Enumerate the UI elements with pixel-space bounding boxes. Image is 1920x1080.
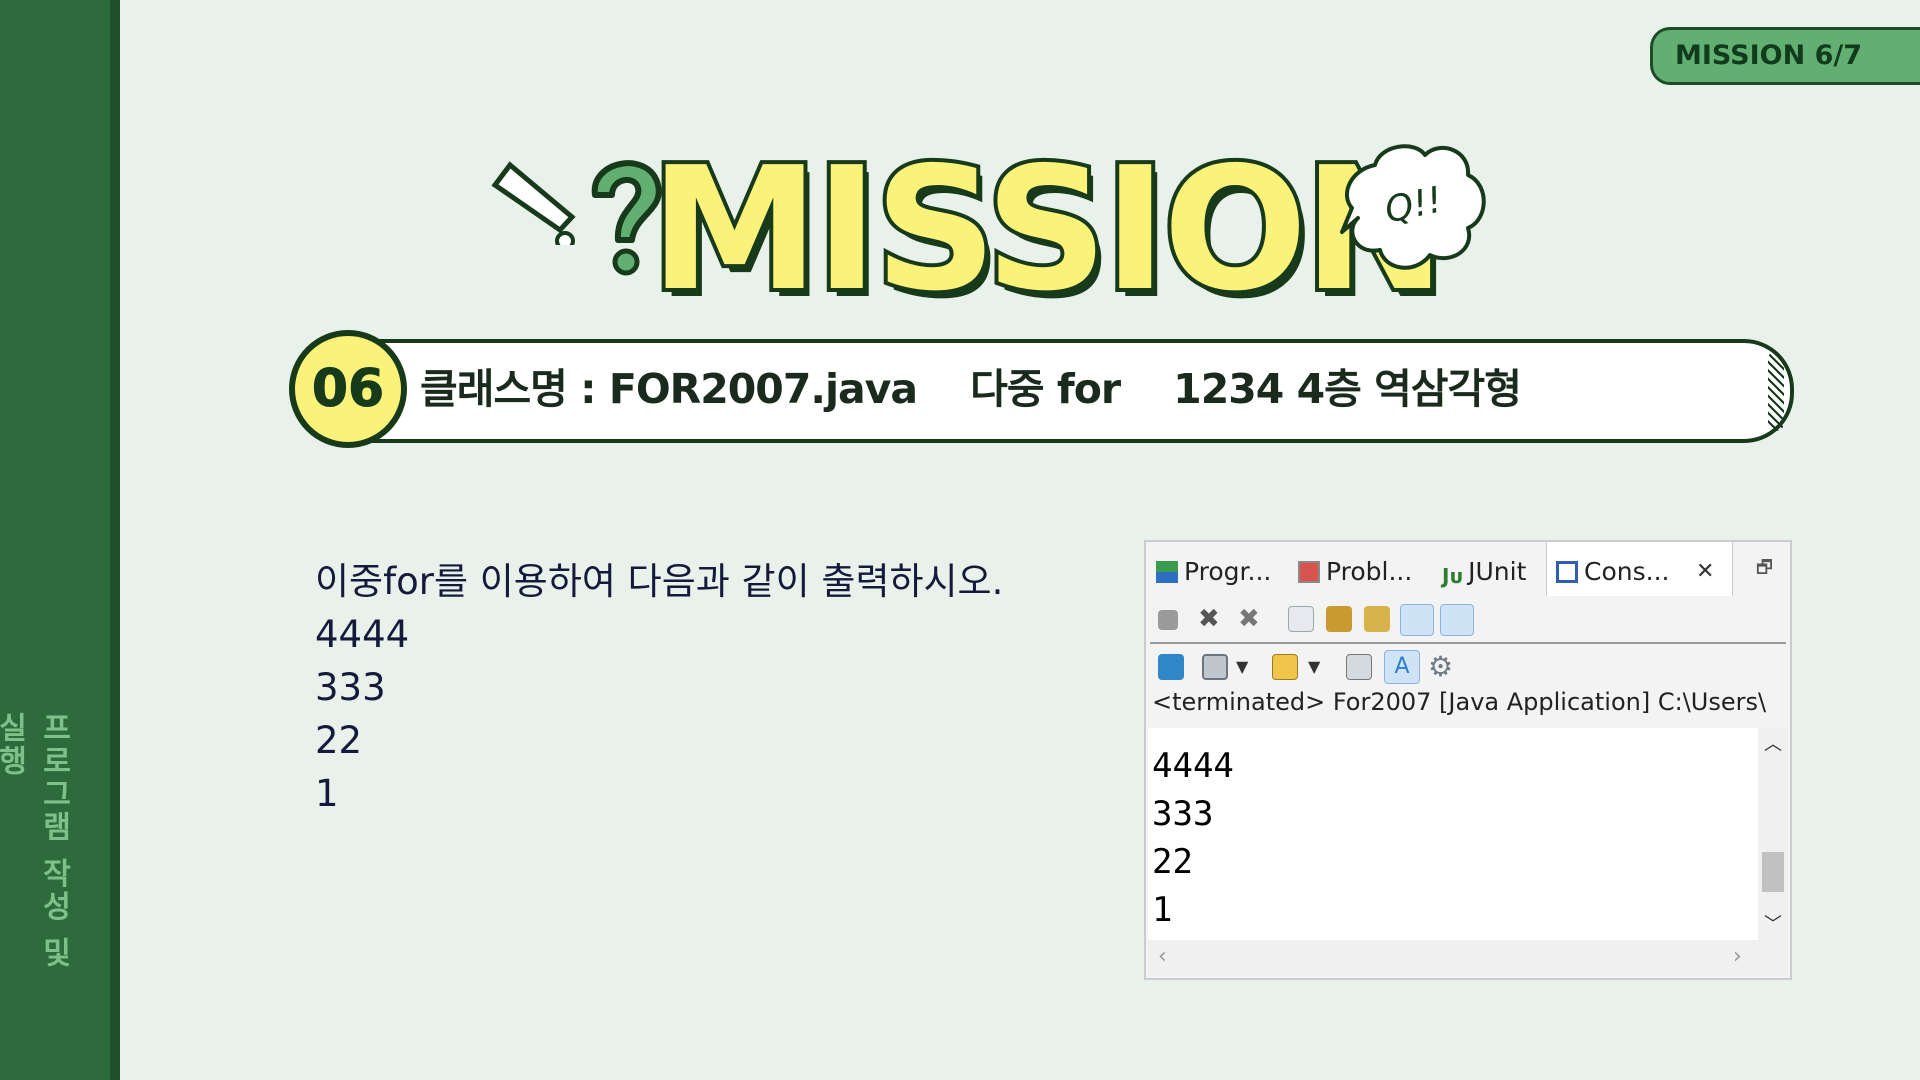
progress-icon [1156, 561, 1178, 583]
console-status-line: <terminated> For2007 [Java Application] … [1152, 688, 1767, 716]
restore-icon[interactable]: 🗗 [1756, 548, 1773, 588]
clear-console-icon[interactable] [1288, 606, 1314, 632]
show-stdout-icon[interactable] [1400, 604, 1434, 636]
terminate-icon[interactable] [1158, 610, 1178, 630]
instruction-prompt: 이중for를 이용하여 다음과 같이 출력하시오. [315, 560, 1004, 603]
scroll-up-icon[interactable]: ︿ [1764, 730, 1782, 756]
chevron-down-icon[interactable]: ▼ [1236, 654, 1262, 680]
mission-number-badge: 06 [289, 330, 407, 448]
junit-icon: Jᴜ [1442, 564, 1463, 588]
gear-icon[interactable]: ⚙ [1428, 653, 1454, 681]
scroll-down-icon[interactable]: ﹀ [1764, 910, 1782, 936]
toolbar-divider [1150, 642, 1786, 644]
instructions: 이중for를 이용하여 다음과 같이 출력하시오. 4444 333 22 1 [315, 555, 1003, 820]
output-line: 333 [1152, 794, 1214, 834]
instruction-line: 1 [315, 772, 339, 815]
console-tab-bar: Progr... Probl... Jᴜ JUnit Cons... ✕ 🗗 [1146, 542, 1790, 596]
word-wrap-icon[interactable] [1364, 606, 1390, 632]
chevron-down-icon[interactable]: ▼ [1308, 654, 1334, 680]
console-toolbar-1: ✖ ✖ [1154, 604, 1786, 642]
copy-icon[interactable] [1346, 654, 1372, 680]
tab-problems[interactable]: Probl... [1298, 552, 1412, 592]
mission-logo: MISSION Q!! [480, 127, 1500, 333]
console-icon [1556, 561, 1578, 583]
console-output[interactable]: 4444 333 22 1 [1148, 728, 1758, 940]
remove-all-icon[interactable]: ✖ [1238, 606, 1264, 632]
remove-launch-icon[interactable]: ✖ [1198, 606, 1224, 632]
sidebar-label: 프로그램 작성 및 실행 [0, 712, 71, 970]
scroll-right-icon[interactable]: › [1733, 944, 1742, 969]
instruction-line: 22 [315, 719, 363, 762]
output-line: 22 [1152, 842, 1193, 882]
title-bar-hatch [1768, 351, 1784, 431]
output-line: 1 [1152, 890, 1173, 930]
scroll-left-icon[interactable]: ‹ [1158, 944, 1167, 969]
vertical-scrollbar[interactable]: ︿ ﹀ [1758, 728, 1788, 940]
tab-junit[interactable]: Jᴜ JUnit [1442, 552, 1526, 592]
scroll-lock-icon[interactable] [1326, 606, 1352, 632]
exclamation-icon [491, 161, 576, 245]
pin-console-icon[interactable] [1158, 654, 1184, 680]
show-stderr-icon[interactable] [1440, 604, 1474, 636]
instruction-line: 333 [315, 666, 386, 709]
console-toolbar-2: ▼ ▼ A ⚙ [1154, 650, 1786, 688]
instruction-line: 4444 [315, 613, 410, 656]
scrollbar-thumb[interactable] [1762, 852, 1784, 892]
display-console-icon[interactable] [1202, 654, 1228, 680]
tab-progress[interactable]: Progr... [1156, 552, 1271, 592]
mission-progress-badge: MISSION 6/7 [1650, 27, 1920, 85]
mission-logo-text: MISSION [646, 127, 1450, 333]
horizontal-scrollbar[interactable]: ‹ › [1148, 940, 1788, 976]
mission-title: 클래스명 : FOR2007.java 다중 for 1234 4층 역삼각형 [420, 365, 1522, 413]
close-tab-icon[interactable]: ✕ [1696, 552, 1714, 592]
sidebar-edge [110, 0, 120, 1080]
text-style-icon[interactable]: A [1384, 650, 1420, 684]
tab-console[interactable]: Cons... [1556, 552, 1669, 592]
output-line: 4444 [1152, 746, 1234, 786]
console-panel: Progr... Probl... Jᴜ JUnit Cons... ✕ 🗗 ✖ … [1144, 540, 1792, 980]
problems-icon [1298, 561, 1320, 583]
open-console-icon[interactable] [1272, 654, 1298, 680]
